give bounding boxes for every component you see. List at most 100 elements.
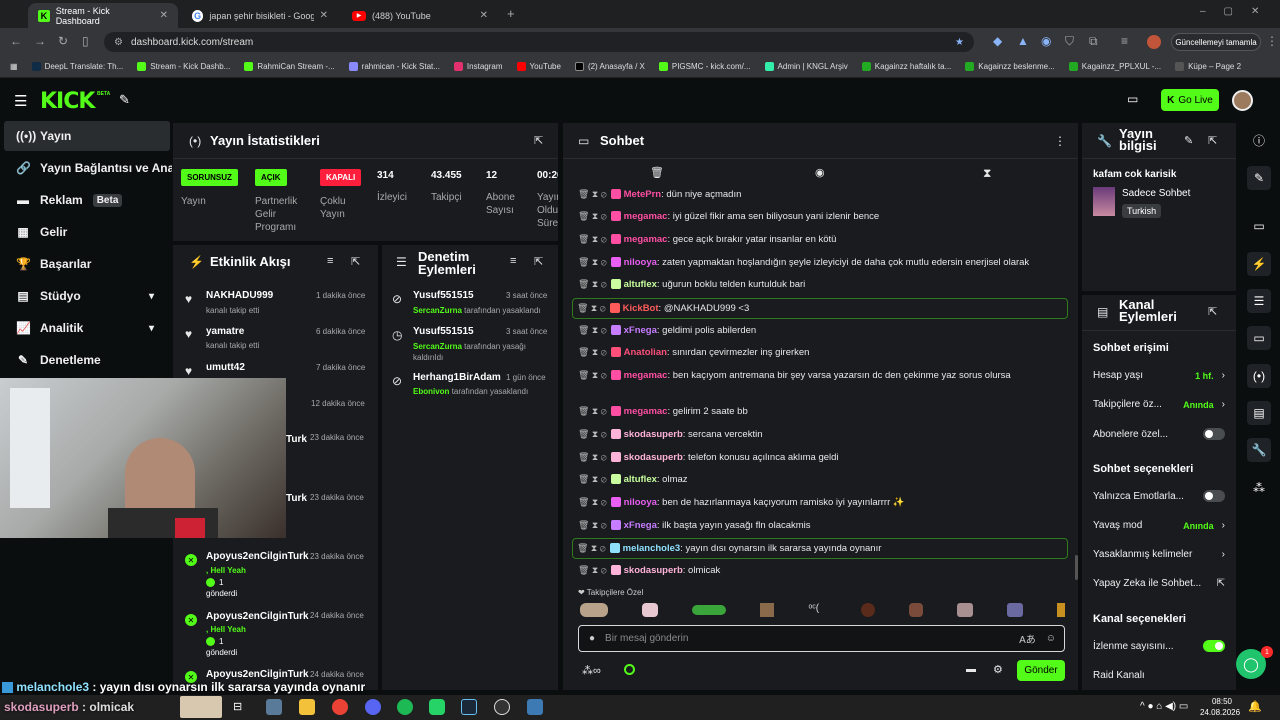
translate-icon[interactable]: Aあ [1019,631,1036,646]
bookmark-item[interactable]: DeepL Translate: Th... [31,62,123,71]
followers-only-row[interactable]: Takipçilere öz... Anında › [1093,399,1225,410]
tab-google-search[interactable]: G japan şehir bisikleti - Google'da✕ [182,3,338,28]
sidebar-item-stream-link[interactable]: 🔗Yayın Bağlantısı ve Anahtarı [0,153,172,183]
edit-icon[interactable]: ✎ [1247,166,1271,190]
card-icon[interactable]: ▭ [1247,214,1271,238]
mod-action-icons[interactable]: 🗑 ⧗ ⊘ [578,520,607,530]
bookmark-item[interactable]: Kagainzz beslenme... [965,62,1055,71]
view-count-row[interactable]: İzlenme sayısını... [1093,640,1225,652]
mod-action-icons[interactable]: 🗑 ⧗ ⊘ [578,565,607,575]
update-button[interactable]: Güncellemeyi tamamla [1171,33,1261,51]
chat-message[interactable]: 🗑 ⧗ ⊘ Anatolian: sınırdan çevirmezler inş… [578,346,1073,359]
extension-icon[interactable]: ◆ [993,34,1002,48]
emote-only-row[interactable]: Yalnızca Emotlarla... [1093,490,1225,502]
profile-avatar[interactable] [1147,35,1161,49]
wrench-icon[interactable]: 🔧 [1247,438,1271,462]
chat-message[interactable]: 🗑 ⧗ ⊘ altuflex: uğurun boklu telden kurtu… [578,278,1073,291]
chat-message[interactable]: 🗑 ⧗ ⊘ skodasuperb: sercana vercektin [578,428,1073,441]
mod-action-icons[interactable]: 🗑 ⧗ ⊘ [578,452,607,462]
filter-icon[interactable]: ≡ [510,255,516,267]
emote[interactable] [860,603,875,617]
subscribers-only-toggle[interactable] [1203,428,1225,440]
app-icon[interactable] [527,699,543,715]
extension-icon[interactable]: ◉ [1041,34,1051,48]
mod-action-icons[interactable]: 🗑 ⧗ ⊘ [578,370,607,380]
chat-users-icon[interactable]: ⁂∞ [582,664,601,677]
emote[interactable] [1006,603,1023,617]
forward-icon[interactable]: → [34,34,46,48]
tab-youtube[interactable]: ▶ (488) YouTube ✕ [342,3,498,28]
sidebar-item-basarilar[interactable]: 🏆 Başarılar [0,249,170,279]
spotify-icon[interactable] [397,699,413,715]
bookmark-item[interactable]: RahmiCan Stream -... [244,62,335,71]
bookmark-item[interactable]: rahmican - Kick Stat... [348,62,440,71]
apps-icon[interactable]: ▦ [10,62,18,71]
emote[interactable] [1056,603,1065,617]
chat-message[interactable]: 🗑 ⧗ ⊘ nilooya: zaten yapmaktan hoşlandığı… [578,256,1073,269]
slow-mode-row[interactable]: Yavaş mod Anında › [1093,520,1225,531]
mod-action-icons[interactable]: 🗑 ⧗ ⊘ [578,325,607,335]
discord-icon[interactable] [365,699,381,715]
edit-icon[interactable]: ✎ [1184,134,1193,147]
settings-icon[interactable]: ⚙ [993,663,1003,676]
hamburger-menu-icon[interactable]: ☰ [14,92,27,110]
chat-message[interactable]: 🗑 ⧗ ⊘ MetePrn: dün niye açmadın [578,188,1073,201]
mod-action-icons[interactable]: 🗑 ⧗ ⊘ [578,257,607,267]
studio-mode-icon[interactable]: ▭ [1127,92,1138,106]
chat-message[interactable]: 🗑 ⧗ ⊘ skodasuperb: telefon konusu açılınc… [578,451,1073,464]
chat-input[interactable]: ● Bir mesaj gönderin Aあ ☺ [578,625,1065,652]
sidebar-item-analitik[interactable]: 📈 Analitik ▾ [0,313,170,343]
mod-action-icons[interactable]: 🗑 ⧗ ⊘ [578,211,607,221]
url-bar[interactable]: ⚙ dashboard.kick.com/stream ★ [104,32,974,52]
mod-action-icons[interactable]: 🗑 ⧗ ⊘ [578,429,607,439]
browser-menu-icon[interactable]: ⋮ [1266,34,1278,48]
chat-bubble-icon[interactable]: ▬ [966,664,976,675]
whatsapp-icon[interactable] [429,699,445,715]
chat-icon[interactable]: ▭ [1247,326,1271,350]
raid-channel-row[interactable]: Raid Kanalı [1093,670,1225,681]
broadcast-icon[interactable]: (•) [1247,364,1271,388]
chat-message[interactable]: 🗑 ⧗ ⊘ altuflex: olmaz [578,473,1073,486]
bookmark-item[interactable]: PIGSMC - kick.com/... [658,62,751,71]
chat-scrollbar[interactable] [1075,555,1078,580]
emote[interactable]: ᵒᶜ( [808,603,826,615]
kick-logo[interactable]: KICK [40,89,95,114]
bookmark-item[interactable]: Kagainzz haftalık ta... [861,62,951,71]
bookmark-item[interactable]: Stream - Kick Dashb... [137,62,230,71]
user-avatar[interactable] [1232,90,1253,111]
sidebar-toggle-icon[interactable]: ▯ [82,34,89,48]
sidebar-item-denetleme[interactable]: ✎ Denetleme [0,345,170,375]
sidebar-item-studyo[interactable]: ▤ Stüdyo ▾ [0,281,170,311]
puzzle-icon[interactable]: ⧉ [1089,34,1098,49]
hourglass-icon[interactable]: ⧗ [983,166,991,181]
task-view-icon[interactable]: ⊟ [233,700,242,713]
popout-icon[interactable]: ⇱ [351,255,360,268]
bookmark-item[interactable]: YouTube [516,62,561,71]
pin-icon[interactable]: ✎ [119,92,130,108]
close-tab-icon[interactable]: ✕ [480,10,488,21]
close-tab-icon[interactable]: ✕ [320,10,328,21]
chat-message[interactable]: 🗑 ⧗ ⊘ melanchole3: yayın dısı oynarsın il… [572,538,1068,559]
file-explorer-icon[interactable] [299,699,315,715]
trash-icon[interactable]: 🗑 [650,166,664,179]
bookmark-item[interactable]: Instagram [453,62,503,71]
view-count-toggle[interactable] [1203,640,1225,652]
popout-icon[interactable]: ⇱ [1208,134,1217,147]
chrome-icon[interactable] [332,699,348,715]
popout-icon[interactable]: ⇱ [1208,305,1217,318]
mod-action-icons[interactable]: 🗑 ⧗ ⊘ [577,543,606,553]
reload-icon[interactable]: ↻ [58,34,68,48]
account-age-row[interactable]: Hesap yaşı 1 hf. › [1093,370,1225,381]
bookmark-item[interactable]: Admin | KNGL Arşiv [764,62,848,71]
new-tab-icon[interactable]: + [507,6,515,21]
mod-action-icons[interactable]: 🗑 ⧗ ⊘ [578,474,607,484]
close-tab-icon[interactable]: ✕ [160,10,168,21]
back-icon[interactable]: ← [10,34,22,48]
popout-icon[interactable]: ⇱ [534,134,543,147]
bookmark-item[interactable]: Küpe – Page 2 [1175,62,1241,71]
banned-words-row[interactable]: Yasaklanmış kelimeler › [1093,549,1225,560]
shield-extension-icon[interactable]: ⛉ [1065,34,1074,49]
media-icon[interactable]: ≡ [1121,34,1128,48]
emote[interactable] [956,603,973,617]
send-button[interactable]: Gönder [1017,660,1065,681]
